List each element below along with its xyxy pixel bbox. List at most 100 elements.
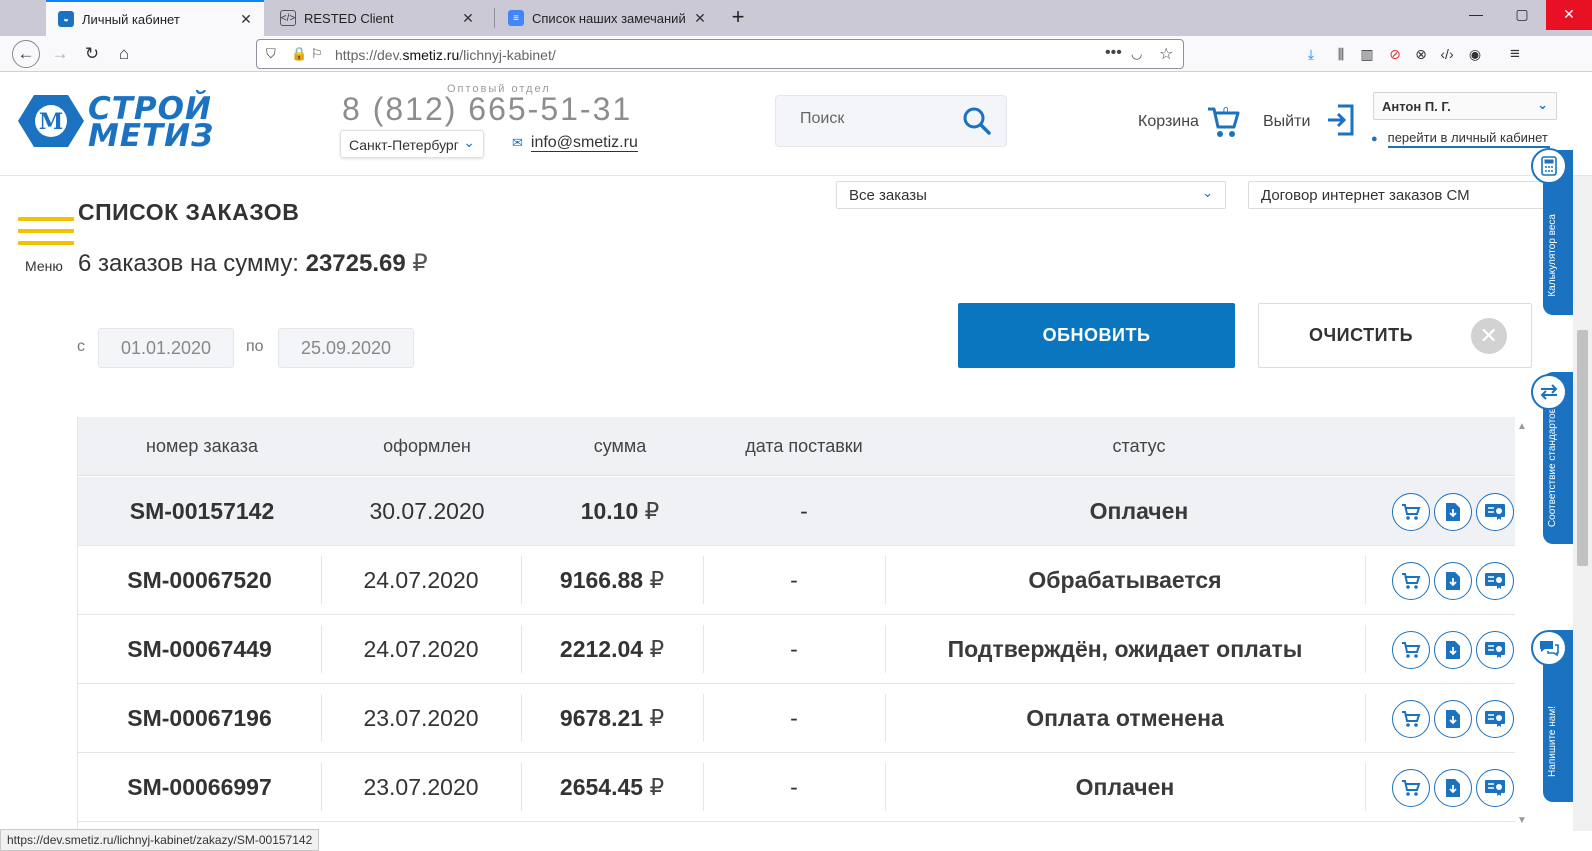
order-number[interactable]: SM-00157142 (78, 477, 326, 545)
extension-block-icon[interactable]: ⊘ (1384, 44, 1406, 66)
order-sum: 9678.21 ₽ (521, 684, 703, 752)
add-to-cart-button[interactable] (1392, 769, 1430, 807)
order-number[interactable]: SM-00067520 (78, 546, 321, 614)
download-icon[interactable]: ⤓ (1300, 44, 1322, 66)
status-filter-select[interactable]: Все заказы ⌄ (836, 181, 1226, 209)
certificate-button[interactable] (1476, 700, 1514, 738)
shield-icon[interactable]: ⛉ (266, 46, 276, 62)
order-number[interactable]: SM-00067449 (78, 615, 321, 683)
refresh-button[interactable]: ОБНОВИТЬ (958, 303, 1235, 368)
add-to-cart-button[interactable] (1392, 631, 1430, 669)
download-invoice-button[interactable] (1434, 562, 1472, 600)
column-header-number[interactable]: номер заказа (78, 436, 326, 457)
maximize-icon[interactable]: ▢ (1499, 0, 1545, 30)
extension-x-icon[interactable]: ⊗ (1410, 44, 1432, 66)
close-icon[interactable]: ✕ (234, 11, 258, 28)
tab-separator (494, 8, 495, 28)
page-scrollbar-thumb[interactable] (1577, 330, 1588, 566)
column-header-date[interactable]: оформлен (326, 436, 528, 457)
address-bar[interactable]: ⛉ 🔒 ⚐ https://dev.smetiz.ru/lichnyj-kabi… (256, 39, 1184, 69)
hamburger-menu-icon[interactable]: ≡ (1504, 44, 1526, 66)
tab-google-docs[interactable]: ≡ Список наших замечаний - G ✕ (496, 0, 718, 36)
order-sum: 2212.04 ₽ (521, 615, 703, 683)
add-to-cart-button[interactable] (1392, 493, 1430, 531)
close-icon[interactable]: ✕ (456, 10, 480, 27)
column-header-delivery[interactable]: дата поставки (712, 436, 896, 457)
cart-link[interactable]: Корзина (1138, 113, 1199, 131)
scroll-down-icon[interactable]: ▼ (1517, 815, 1527, 826)
table-row[interactable]: SM-00067520 24.07.2020 9166.88 ₽ - Обраб… (78, 546, 1515, 615)
close-icon[interactable]: ✕ (688, 10, 712, 27)
table-row[interactable]: SM-00067449 24.07.2020 2212.04 ₽ - Подтв… (78, 615, 1515, 684)
new-tab-icon[interactable]: + (724, 4, 752, 32)
order-number[interactable]: SM-00066997 (78, 753, 321, 821)
file-download-icon (1446, 503, 1460, 521)
currency-sign: ₽ (649, 705, 665, 731)
library-icon[interactable]: ⫼ (1330, 44, 1352, 66)
chat-bubble-icon[interactable] (1531, 630, 1567, 666)
swap-arrows-icon[interactable] (1531, 374, 1567, 410)
lock-icon[interactable]: 🔒 (291, 46, 307, 62)
logout-link[interactable]: Выйти (1263, 113, 1310, 131)
table-scrollbar[interactable] (1515, 417, 1533, 831)
column-header-sum[interactable]: сумма (528, 436, 712, 457)
search-input[interactable] (800, 110, 950, 128)
cabinet-link-label: перейти в личный кабинет (1387, 130, 1550, 148)
site-logo[interactable]: М СТРОЙ МЕТИЗ (16, 93, 214, 152)
certificate-button[interactable] (1476, 769, 1514, 807)
table-row[interactable]: SM-00157142 30.07.2020 10.10 ₽ - Оплачен (78, 477, 1515, 546)
sidebar-icon[interactable]: ▥ (1356, 44, 1378, 66)
download-invoice-button[interactable] (1434, 700, 1472, 738)
add-to-cart-button[interactable] (1392, 562, 1430, 600)
minimize-icon[interactable]: — (1453, 0, 1499, 30)
url-text[interactable]: https://dev.smetiz.ru/lichnyj-kabinet/ (335, 47, 556, 63)
forward-arrow-icon[interactable]: → (46, 40, 74, 68)
contract-filter-select[interactable]: Договор интернет заказов СМ (1248, 181, 1548, 209)
permissions-icon[interactable]: ⚐ (311, 46, 323, 62)
email-link[interactable]: ✉ info@smetiz.ru (512, 134, 638, 152)
clear-button[interactable]: ОЧИСТИТЬ ✕ (1258, 303, 1532, 368)
window-close-icon[interactable]: ✕ (1546, 0, 1592, 30)
mail-icon: ✉ (512, 135, 523, 150)
account-icon[interactable]: ◉ (1464, 44, 1486, 66)
table-row[interactable]: SM-00067196 23.07.2020 9678.21 ₽ - Оплат… (78, 684, 1515, 753)
search-icon[interactable] (962, 106, 992, 136)
column-divider (1365, 763, 1366, 811)
menu-label[interactable]: Меню (25, 258, 63, 274)
tab-lichnyj-kabinet[interactable]: ◒ Личный кабинет ✕ (46, 0, 264, 36)
calculator-icon[interactable] (1531, 148, 1567, 184)
city-select[interactable]: Санкт-Петербург ⌄ (340, 130, 484, 158)
cabinet-link[interactable]: ● перейти в личный кабинет (1371, 130, 1550, 148)
add-to-cart-button[interactable] (1392, 700, 1430, 738)
certificate-button[interactable] (1476, 562, 1514, 600)
download-invoice-button[interactable] (1434, 631, 1472, 669)
logout-icon[interactable] (1326, 103, 1356, 137)
devtools-code-icon[interactable]: ‹/› (1436, 44, 1458, 66)
write-us-label: Напишите нам! (1547, 706, 1558, 777)
back-arrow-icon[interactable]: ← (12, 40, 40, 68)
home-icon[interactable]: ⌂ (110, 40, 138, 68)
bookmark-star-icon[interactable]: ☆ (1159, 44, 1173, 64)
order-number[interactable]: SM-00067196 (78, 684, 321, 752)
cart-icon (1402, 573, 1421, 589)
cart-count-badge: 0 (1223, 106, 1229, 117)
user-select[interactable]: Антон П. Г. ⌄ (1373, 92, 1557, 120)
certificate-button[interactable] (1476, 493, 1514, 531)
pocket-icon[interactable]: ◡ (1131, 46, 1142, 62)
date-to-input[interactable]: 25.09.2020 (278, 328, 414, 368)
scroll-up-icon[interactable]: ▲ (1517, 421, 1527, 432)
site-favicon-icon: ◒ (58, 11, 74, 27)
table-row[interactable]: SM-00066997 23.07.2020 2654.45 ₽ - Оплач… (78, 753, 1515, 822)
page-scrollbar[interactable] (1573, 176, 1592, 831)
menu-burger-icon[interactable] (18, 217, 74, 253)
code-icon: </> (280, 10, 296, 26)
reload-icon[interactable]: ↻ (78, 40, 106, 68)
more-actions-icon[interactable]: ••• (1105, 44, 1122, 62)
tab-rested-client[interactable]: </> RESTED Client ✕ (268, 0, 486, 36)
phone-number[interactable]: 8 (812) 665-51-31 (342, 91, 632, 128)
download-invoice-button[interactable] (1434, 493, 1472, 531)
column-header-status[interactable]: статус (896, 436, 1382, 457)
date-from-input[interactable]: 01.01.2020 (98, 328, 234, 368)
certificate-button[interactable] (1476, 631, 1514, 669)
download-invoice-button[interactable] (1434, 769, 1472, 807)
